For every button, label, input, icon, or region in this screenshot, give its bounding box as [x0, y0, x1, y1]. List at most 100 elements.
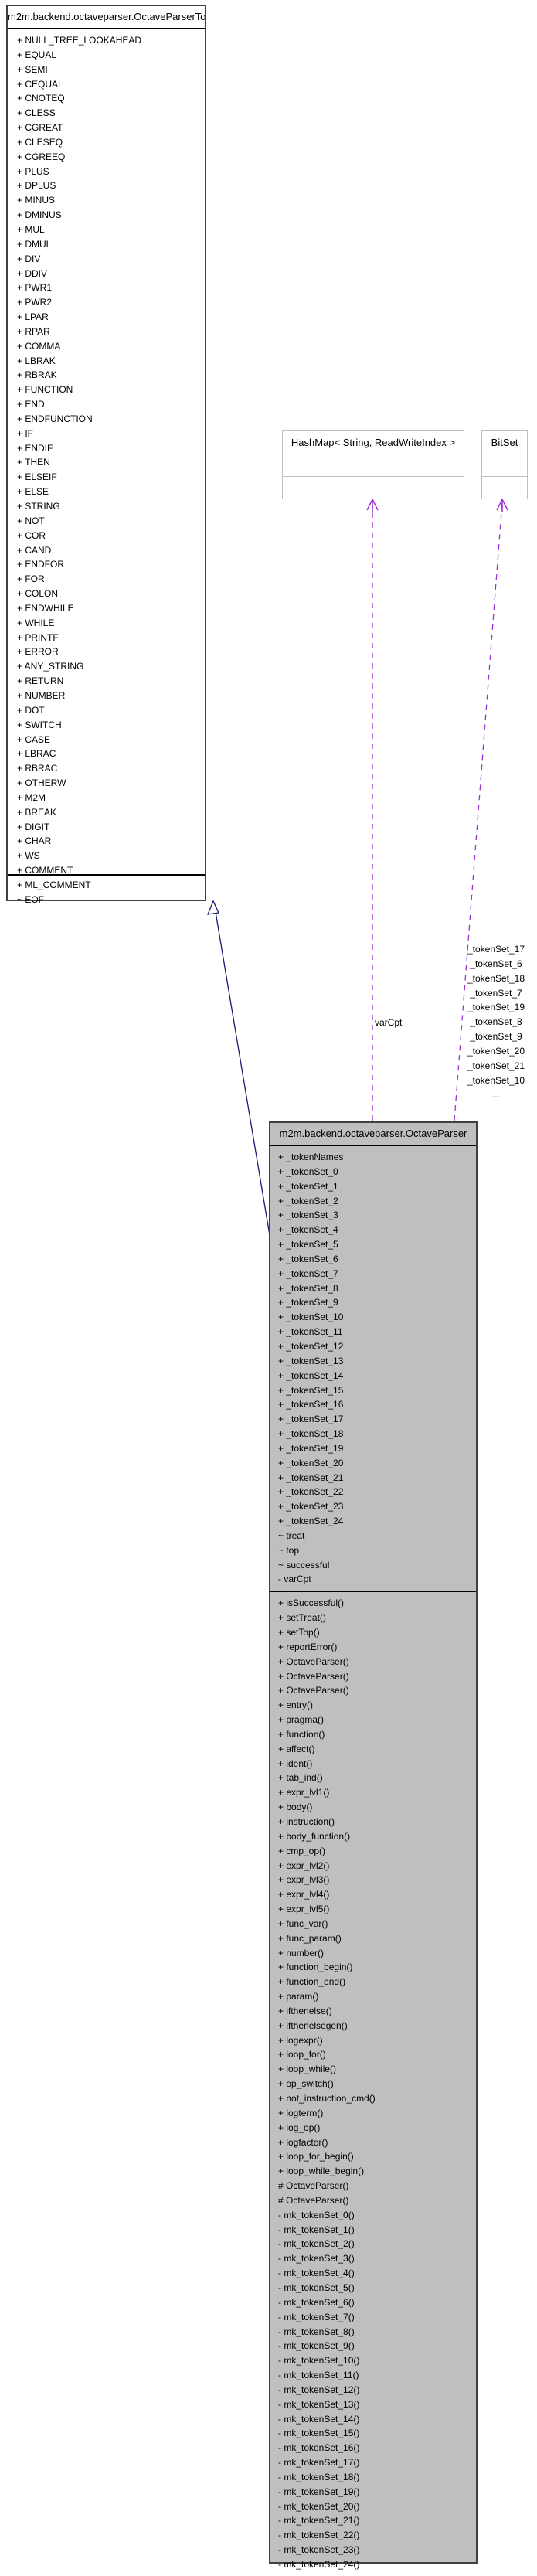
class-method: + cmp_op(): [278, 1845, 326, 1856]
class-method: - mk_tokenSet_11(): [278, 2370, 359, 2381]
class-method: - mk_tokenSet_22(): [278, 2530, 360, 2541]
class-attribute: + RPAR: [17, 325, 50, 337]
class-attribute: + COMMA: [17, 340, 61, 352]
edge-labels-tokensets: _tokenSet_17 _tokenSet_6 _tokenSet_18 _toke…: [457, 942, 535, 1102]
class-attribute: + NOT: [17, 515, 45, 526]
edge-label-tokenset: _tokenSet_19: [467, 1002, 525, 1013]
class-attribute: + MINUS: [17, 195, 56, 206]
class-attribute: + _tokenSet_4: [278, 1224, 338, 1236]
class-method: + not_instruction_cmd(): [278, 2093, 376, 2104]
class-attribute: + NUMBER: [17, 689, 66, 701]
class-attribute: + _tokenSet_10: [278, 1312, 344, 1323]
edge-label-tokenset: _tokenSet_7: [470, 987, 522, 999]
class-method: - mk_tokenSet_18(): [278, 2471, 360, 2482]
class-attribute: + MUL: [17, 223, 45, 235]
class-attribute: + _tokenSet_17: [278, 1414, 344, 1425]
edge-label-tokenset: _tokenSet_20: [467, 1045, 525, 1057]
class-attribute: + CASE: [17, 733, 51, 745]
class-method: - mk_tokenSet_12(): [278, 2384, 360, 2395]
class-method: + loop_while_begin(): [278, 2166, 365, 2177]
edge-label-tokenset: _tokenSet_18: [467, 972, 525, 984]
class-attribute: + ENDFUNCTION: [17, 413, 93, 424]
class-attribute: + WS: [17, 850, 40, 862]
class-method: # OctaveParser(): [278, 2180, 349, 2192]
class-title: HashMap< String, ReadWriteIndex >: [283, 431, 464, 454]
class-attribute: + DMUL: [17, 238, 52, 250]
class-attribute: + STRING: [17, 501, 60, 512]
edge-label-varcpt: varCpt: [375, 1017, 403, 1028]
class-attribute: + ELSEIF: [17, 471, 57, 483]
generalization-arrowhead-icon: [206, 900, 219, 915]
class-attribute: ~ successful: [278, 1559, 330, 1570]
class-method: + setTop(): [278, 1627, 320, 1638]
class-attribute: + _tokenNames: [278, 1152, 344, 1162]
class-method: - mk_tokenSet_9(): [278, 2340, 355, 2352]
class-attribute: + _tokenSet_8: [278, 1282, 338, 1294]
class-attribute: + _tokenSet_24: [278, 1516, 344, 1527]
methods-compartment: [283, 477, 464, 499]
class-method: + loop_for(): [278, 2049, 326, 2060]
class-attribute: + _tokenSet_22: [278, 1486, 344, 1498]
class-attribute: + _tokenSet_20: [278, 1457, 344, 1468]
class-title: m2m.backend.octaveparser.OctaveParser: [270, 1123, 476, 1146]
class-attribute: + _tokenSet_23: [278, 1501, 344, 1513]
attributes-compartment: [283, 454, 464, 477]
class-attribute: + _tokenSet_11: [278, 1326, 343, 1338]
class-attribute: + _tokenSet_5: [278, 1239, 338, 1251]
class-method: + expr_lvl1(): [278, 1787, 330, 1798]
class-attribute: + COLON: [17, 588, 59, 600]
class-octave-parser[interactable]: m2m.backend.octaveparser.OctaveParser + …: [269, 1121, 478, 2570]
class-attribute: + BREAK: [17, 806, 57, 818]
class-method: + expr_lvl4(): [278, 1889, 330, 1901]
class-method: + entry(): [278, 1700, 314, 1711]
class-method: + function_end(): [278, 1976, 346, 1988]
class-bitset[interactable]: BitSet: [481, 430, 528, 499]
class-method: + ifthenelse(): [278, 2005, 332, 2016]
usage-arrowhead-hashmap-icon: [366, 498, 379, 511]
class-method: + number(): [278, 1947, 325, 1958]
class-attribute: + DMINUS: [17, 209, 62, 221]
class-method: - mk_tokenSet_24(): [278, 2559, 360, 2570]
class-method: - mk_tokenSet_3(): [278, 2253, 355, 2265]
class-method: + reportError(): [278, 1641, 338, 1652]
class-attribute: + FOR: [17, 573, 45, 585]
class-attribute: + DIV: [17, 253, 41, 264]
class-attribute: + CEQUAL: [17, 78, 63, 90]
class-attribute: + NULL_TREE_LOOKAHEAD: [17, 35, 142, 46]
class-octave-parser-token-types[interactable]: m2m.backend.octaveparser.OctaveParserTok…: [6, 5, 206, 905]
class-method: - mk_tokenSet_8(): [278, 2326, 355, 2337]
class-attribute: + _tokenSet_21: [278, 1472, 344, 1483]
class-attribute: + LBRAK: [17, 355, 56, 366]
class-method: + func_var(): [278, 1918, 328, 1929]
class-attribute: ~ top: [278, 1544, 300, 1556]
class-hashmap[interactable]: HashMap< String, ReadWriteIndex >: [282, 430, 464, 499]
class-attribute: + _tokenSet_15: [278, 1384, 344, 1396]
edge-label-tokenset: _tokenSet_17: [467, 944, 525, 955]
class-method: - mk_tokenSet_19(): [278, 2486, 360, 2497]
class-method: + OctaveParser(): [278, 1656, 349, 1667]
class-attribute: + _tokenSet_16: [278, 1399, 344, 1411]
class-method: + body_function(): [278, 1830, 351, 1842]
class-attribute: + DPLUS: [17, 180, 56, 192]
class-attribute: + M2M: [17, 791, 46, 803]
class-attribute: + PWR1: [17, 282, 53, 294]
class-attribute: + PLUS: [17, 165, 49, 177]
class-attribute: + CLESS: [17, 107, 56, 119]
class-attribute: + SWITCH: [17, 719, 62, 730]
class-attribute: + _tokenSet_12: [278, 1340, 344, 1352]
class-method: + op_switch(): [278, 2078, 334, 2090]
class-method: - mk_tokenSet_6(): [278, 2296, 355, 2308]
class-attribute: ~ treat: [278, 1530, 305, 1541]
class-attribute: + ERROR: [17, 646, 59, 658]
class-attribute: + DOT: [17, 704, 45, 716]
class-attribute: + END: [17, 399, 45, 410]
attributes-compartment: [482, 454, 527, 477]
class-attribute: + ENDFOR: [17, 559, 65, 570]
methods-compartment: [482, 477, 527, 499]
class-attribute: + _tokenSet_18: [278, 1428, 344, 1440]
class-attribute: + PRINTF: [17, 631, 59, 643]
class-method: + OctaveParser(): [278, 1670, 349, 1682]
class-method: - mk_tokenSet_16(): [278, 2442, 360, 2454]
methods-compartment: + isSuccessful() + setTreat() + setTop() + …: [270, 1592, 476, 2576]
class-attribute: + _tokenSet_9: [278, 1297, 338, 1308]
